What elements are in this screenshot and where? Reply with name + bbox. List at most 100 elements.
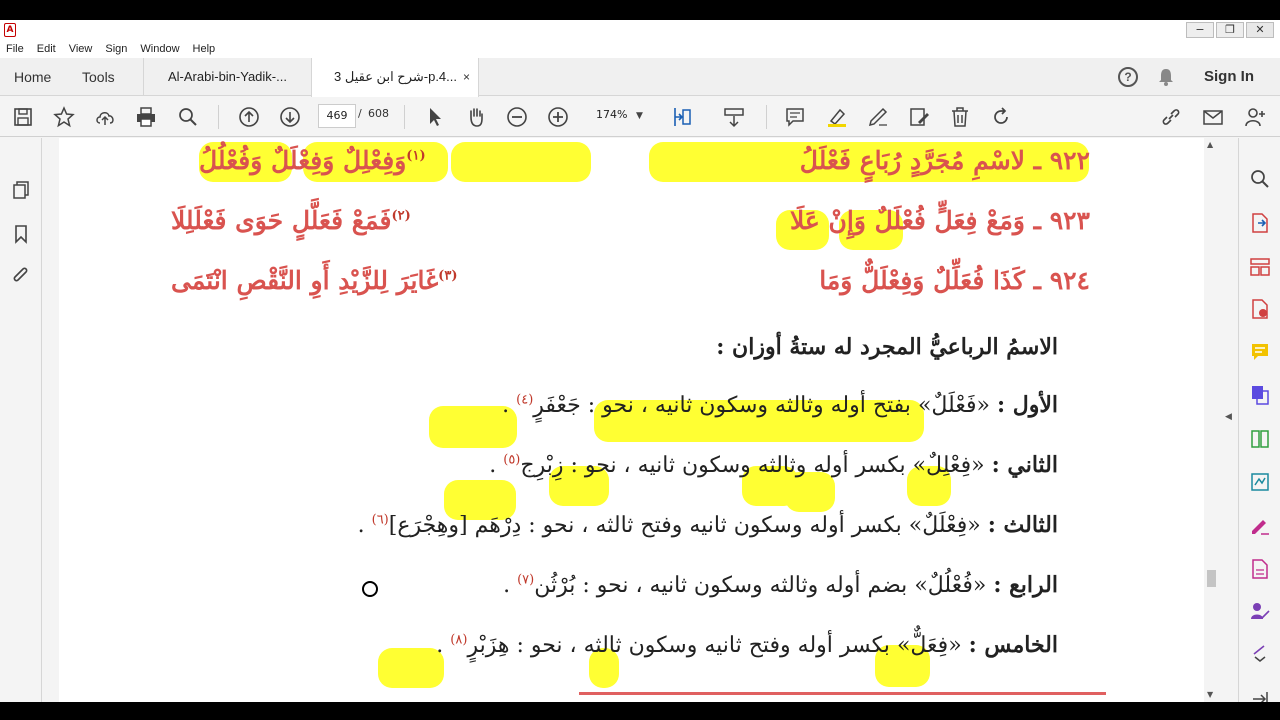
minimize-button[interactable]: − [1186, 22, 1214, 38]
scroll-up-arrow-icon[interactable]: ▲ [1207, 140, 1213, 149]
document-viewport[interactable]: ٩٢٢ ـ لاسْمِ مُجَرَّدٍ رُبَاعٍ فَعْلَلُ … [43, 138, 1205, 702]
create-pdf-icon[interactable] [1249, 298, 1271, 320]
vertical-scrollbar[interactable]: ▲ ▼ [1204, 138, 1218, 702]
highlight-mark [378, 648, 444, 688]
pattern-line-4: الرابع : «فُعْلُلٌ» بضم أوله وثالثه وسكو… [503, 572, 1058, 598]
pattern-line-5: الخامس : «فِعَلٌّ» بكسر أوله وفتح ثانيه … [436, 632, 1058, 658]
pattern-form: «فِعَلٌّ» [896, 633, 962, 658]
restore-button[interactable]: ❐ [1216, 22, 1244, 38]
organize-pages-icon[interactable] [1249, 256, 1271, 278]
verse-hemistich-left: فَمَعْ فَعَلَّلٍ حَوَى فَعْلَلِلَا [171, 206, 392, 235]
bookmark-star-icon[interactable] [53, 106, 75, 128]
help-icon[interactable]: ? [1118, 67, 1138, 87]
verse-number: ٩٢٢ [1049, 146, 1090, 175]
scroll-mode-icon[interactable] [723, 106, 745, 128]
highlight-pen-icon[interactable] [826, 106, 848, 128]
menu-window[interactable]: Window [140, 43, 179, 55]
share-link-icon[interactable] [1160, 106, 1182, 128]
comment-icon[interactable] [784, 106, 806, 128]
combine-files-icon[interactable] [1249, 384, 1271, 406]
menu-sign[interactable]: Sign [105, 43, 127, 55]
request-signature-icon[interactable] [1249, 600, 1271, 622]
menu-view[interactable]: View [69, 43, 93, 55]
zoom-in-icon[interactable] [547, 106, 569, 128]
verse-hemistich-right: وَمَعْ فِعَلٍّ فُعْلَلٌ وَإِنْ عَلَا [790, 206, 1025, 235]
page-separator: / [358, 107, 362, 120]
select-cursor-icon[interactable] [424, 106, 446, 128]
more-tools-chevron-icon[interactable] [1249, 642, 1271, 664]
pattern-form: «فِعْلَلٌ» [908, 513, 981, 538]
highlight-mark [785, 472, 835, 512]
print-icon[interactable] [135, 106, 157, 128]
scroll-down-arrow-icon[interactable]: ▼ [1207, 690, 1213, 699]
sign-in-button[interactable]: Sign In [1204, 58, 1254, 96]
verse-923-number: ٩٢٣ ـ وَمَعْ فِعَلٍّ فُعْلَلٌ وَإِنْ عَل… [790, 206, 1090, 235]
pattern-label: الخامس : [968, 632, 1058, 658]
collapse-right-panel-icon[interactable]: ◀ [1225, 412, 1232, 422]
menu-file[interactable]: File [6, 43, 24, 55]
sentence-end: . [357, 513, 365, 538]
toolbar-separator [404, 105, 405, 129]
tools-pane [1238, 138, 1280, 702]
fill-sign-icon[interactable] [1249, 514, 1271, 536]
toolbar-separator [218, 105, 219, 129]
notification-bell-icon[interactable] [1158, 68, 1174, 86]
footnote-marker: (٥) [503, 452, 521, 468]
page-fit-icon[interactable] [672, 106, 694, 128]
pattern-line-1: الأول : «فَعْلَلٌ» بفتح أوله وثالثه وسكو… [502, 392, 1058, 418]
pattern-example: بُرْثُن [534, 573, 576, 598]
pdf-page: ٩٢٢ ـ لاسْمِ مُجَرَّدٍ رُبَاعٍ فَعْلَلُ … [59, 138, 1204, 702]
attachments-paperclip-icon[interactable] [11, 266, 31, 286]
delete-trash-icon[interactable] [949, 106, 971, 128]
upload-cloud-icon[interactable] [94, 106, 116, 128]
acrobat-window: A − ❐ ✕ File Edit View Sign Window Help … [0, 20, 1280, 702]
verse-924-left: (٣)غَايَرَ لِلزَّيْدِ أَوِ النَّقْصِ انْ… [171, 266, 457, 295]
optimize-scan-icon[interactable] [1249, 471, 1271, 493]
add-user-icon[interactable] [1244, 106, 1266, 128]
rotate-icon[interactable] [990, 106, 1012, 128]
footnote-marker: (٣) [438, 268, 458, 284]
document-tab-2[interactable]: شرح ابن عقيل 3-p.4... × [311, 58, 479, 97]
menu-help[interactable]: Help [193, 43, 216, 55]
footnote-divider [579, 692, 1106, 695]
footnote-marker: (١) [406, 148, 426, 164]
verse-hemistich-right: لاسْمِ مُجَرَّدٍ رُبَاعٍ فَعْلَلُ [799, 146, 1025, 175]
menu-edit[interactable]: Edit [37, 43, 56, 55]
pattern-label: الأول : [996, 392, 1058, 418]
document-tab-1[interactable]: Al-Arabi-bin-Yadik-... [143, 58, 311, 96]
pattern-label: الثاني : [991, 452, 1058, 478]
previous-page-icon[interactable] [238, 106, 260, 128]
tab-home[interactable]: Home [14, 58, 51, 96]
hand-tool-icon[interactable] [465, 106, 487, 128]
close-window-button[interactable]: ✕ [1246, 22, 1274, 38]
chevron-down-icon[interactable]: ▼ [636, 104, 643, 128]
pattern-label: الرابع : [993, 572, 1058, 598]
page-number-input[interactable]: 469 [318, 104, 356, 128]
pattern-example: هِزَبْرٍ [467, 633, 510, 658]
comment-tool-icon[interactable] [1249, 341, 1271, 363]
email-icon[interactable] [1202, 106, 1224, 128]
edit-pdf-tool-icon[interactable] [1249, 558, 1271, 580]
scroll-thumb[interactable] [1207, 570, 1216, 587]
pattern-form: «فِعْلِلٌ» [912, 453, 985, 478]
next-page-icon[interactable] [279, 106, 301, 128]
close-tab-icon[interactable]: × [463, 58, 470, 96]
search-zoom-icon[interactable] [177, 106, 199, 128]
search-tool-icon[interactable] [1249, 168, 1271, 190]
pattern-form: «فَعْلَلٌ» [917, 393, 990, 418]
save-icon[interactable] [12, 106, 34, 128]
zoom-out-icon[interactable] [506, 106, 528, 128]
edit-pdf-icon[interactable] [908, 106, 930, 128]
sentence-end: . [436, 633, 444, 658]
footnote-marker: (٨) [450, 632, 468, 648]
verse-923-left: (٢)فَمَعْ فَعَلَّلٍ حَوَى فَعْلَلِلَا [171, 206, 411, 235]
export-pdf-icon[interactable] [1249, 212, 1271, 234]
page-thumbnails-icon[interactable] [11, 180, 31, 200]
bookmarks-icon[interactable] [11, 224, 31, 244]
collapse-tools-pane-icon[interactable] [1249, 688, 1271, 702]
compare-files-icon[interactable] [1249, 428, 1271, 450]
sign-pen-icon[interactable] [867, 106, 889, 128]
verse-number: ٩٢٣ [1049, 206, 1090, 235]
tab-tools[interactable]: Tools [82, 58, 115, 96]
footnote-marker: (٢) [391, 208, 411, 224]
